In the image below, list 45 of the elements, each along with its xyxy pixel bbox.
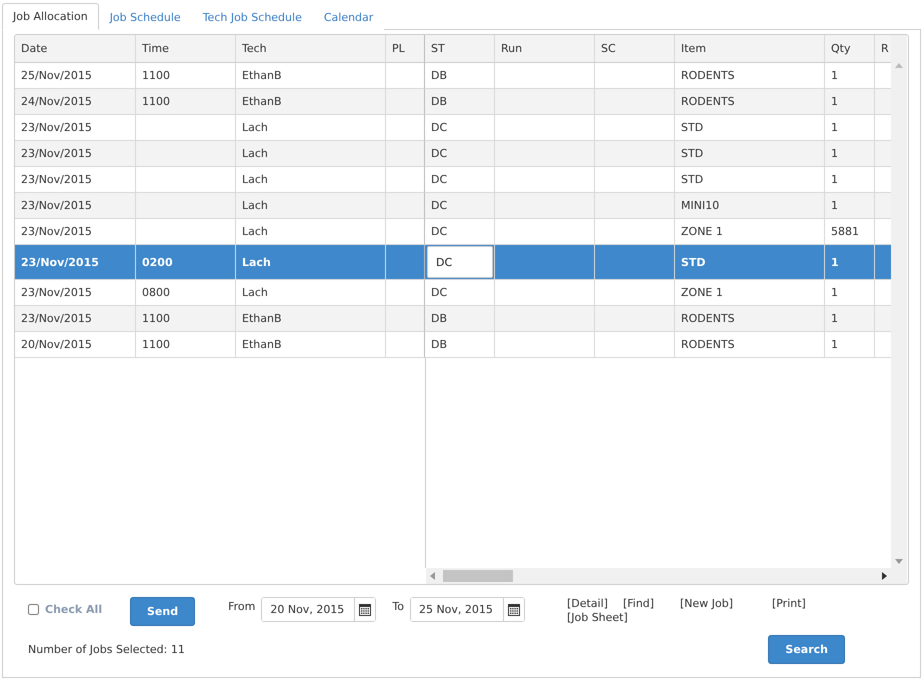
to-date-field[interactable]: 25 Nov, 2015 — [410, 597, 525, 622]
table-cell: RODENTS — [675, 332, 825, 358]
jobs-selected-count: Number of Jobs Selected: 11 — [28, 643, 185, 656]
calendar-icon — [359, 603, 372, 616]
from-label: From — [228, 600, 256, 613]
action-link[interactable]: [Find] — [622, 597, 680, 610]
scroll-left-icon[interactable] — [430, 572, 435, 580]
calendar-icon — [508, 603, 520, 616]
table-row[interactable]: 23/Nov/2015 Lach DC STD 1 — [15, 115, 891, 141]
action-link[interactable]: [New Job] — [680, 597, 772, 610]
table-cell: 1 — [825, 332, 875, 358]
scroll-right-icon[interactable] — [882, 572, 887, 580]
table-row[interactable]: 23/Nov/2015 Lach DC ZONE 1 5881 — [15, 219, 891, 245]
send-button[interactable]: Send — [130, 597, 196, 626]
table-cell: DB — [425, 332, 495, 358]
calendar-button[interactable] — [502, 598, 524, 621]
table-row[interactable]: 23/Nov/2015 Lach DC STD 1 — [15, 141, 891, 167]
calendar-button[interactable] — [354, 598, 376, 621]
checkbox[interactable] — [28, 604, 39, 615]
table-row[interactable]: 23/Nov/2015 0200 Lach DC STD 1 — [15, 245, 891, 280]
table-row[interactable]: 23/Nov/2015 Lach DC STD 1 — [15, 167, 891, 193]
vertical-scrollbar[interactable] — [891, 35, 907, 584]
table-cell: 1100 — [136, 332, 236, 358]
cell-editor[interactable]: DC — [427, 246, 493, 278]
scrollbar-thumb[interactable] — [443, 570, 513, 582]
action-link[interactable]: [Print] — [772, 597, 826, 610]
action-link[interactable]: [Detail] — [566, 597, 623, 610]
table-cell: 20/Nov/2015 — [15, 332, 136, 358]
table-row[interactable]: 20/Nov/2015 1100 EthanB DB RODENTS 1 — [15, 332, 891, 358]
search-button[interactable]: Search — [768, 635, 845, 664]
table-cell: EthanB — [236, 332, 386, 358]
table-row[interactable]: 25/Nov/2015 1100 EthanB DB RODENTS 1 — [15, 63, 891, 89]
horizontal-scrollbar[interactable] — [426, 568, 891, 584]
table-row[interactable]: 23/Nov/2015 Lach DC MINI10 1 — [15, 193, 891, 219]
action-link[interactable]: [Job Sheet] — [566, 611, 647, 624]
tab[interactable]: Job Allocation — [2, 3, 99, 30]
table-row[interactable]: 23/Nov/2015 1100 EthanB DB RODENTS 1 — [15, 306, 891, 332]
scroll-down-icon[interactable] — [895, 559, 903, 564]
scroll-up-icon[interactable] — [895, 63, 903, 68]
to-label: To — [392, 600, 404, 613]
check-all-label: Check All — [45, 603, 102, 616]
tab[interactable]: Job Schedule — [98, 3, 192, 30]
from-date-field[interactable]: 20 Nov, 2015 — [261, 597, 376, 622]
table-row[interactable]: 24/Nov/2015 1100 EthanB DB RODENTS 1 — [15, 89, 891, 115]
table-row[interactable]: 23/Nov/2015 0800 Lach DC ZONE 1 1 — [15, 280, 891, 306]
